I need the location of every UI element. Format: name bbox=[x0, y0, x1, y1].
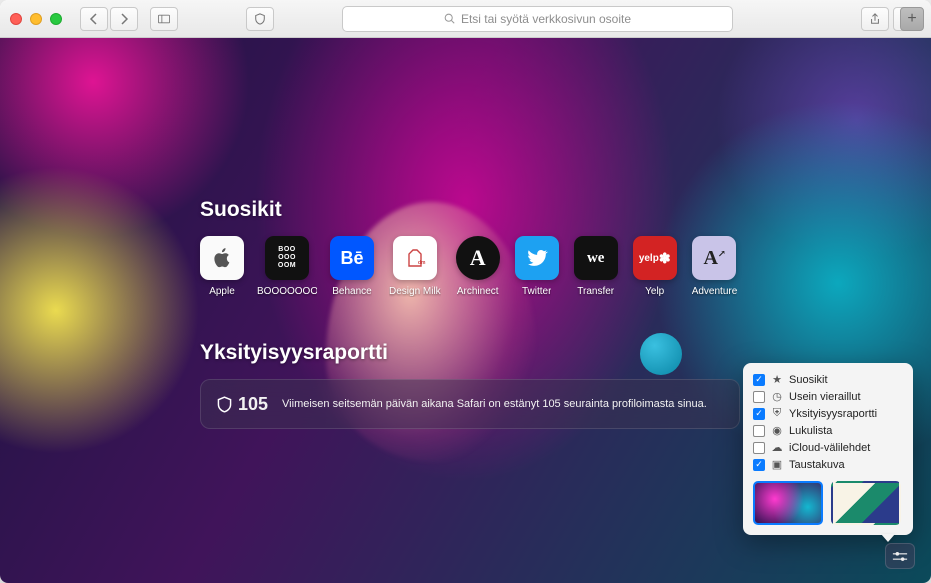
favorite-twitter[interactable]: Twitter bbox=[515, 236, 559, 297]
checkbox-icon[interactable] bbox=[753, 391, 765, 403]
favorite-label: Behance bbox=[332, 286, 371, 297]
favorite-designmilk[interactable]: dm Design Milk bbox=[389, 236, 441, 297]
checkbox-icon[interactable] bbox=[753, 425, 765, 437]
sliders-icon bbox=[892, 551, 908, 562]
option-label: Usein vieraillut bbox=[789, 391, 861, 403]
option-label: Suosikit bbox=[789, 374, 828, 386]
favorite-label: Design Milk bbox=[389, 286, 441, 297]
option-label: Yksityisyysraportti bbox=[789, 408, 877, 420]
twitter-icon bbox=[515, 236, 559, 280]
behance-icon: Bē bbox=[330, 236, 374, 280]
option-label: iCloud-välilehdet bbox=[789, 442, 870, 454]
address-placeholder: Etsi tai syötä verkkosivun osoite bbox=[461, 12, 631, 26]
option-icloud-tabs[interactable]: ☁ iCloud-välilehdet bbox=[753, 439, 903, 456]
favorite-label: BOOOOOOOM bbox=[257, 286, 317, 297]
boooooom-icon: BOOOOOOOM bbox=[265, 236, 309, 280]
favorites-heading: Suosikit bbox=[200, 198, 731, 222]
glasses-icon: ◉ bbox=[771, 424, 783, 437]
favorite-yelp[interactable]: yelp✽ Yelp bbox=[633, 236, 677, 297]
forward-button[interactable] bbox=[110, 7, 138, 31]
favorite-label: Twitter bbox=[522, 286, 551, 297]
checkbox-icon[interactable] bbox=[753, 442, 765, 454]
minimize-window-button[interactable] bbox=[30, 13, 42, 25]
zoom-window-button[interactable] bbox=[50, 13, 62, 25]
titlebar: Etsi tai syötä verkkosivun osoite bbox=[0, 0, 931, 38]
sidebar-toggle-button[interactable] bbox=[150, 7, 178, 31]
favorite-label: Adventure bbox=[692, 286, 738, 297]
favorite-apple[interactable]: Apple bbox=[200, 236, 244, 297]
yelp-icon: yelp✽ bbox=[633, 236, 677, 280]
privacy-report-button[interactable] bbox=[246, 7, 274, 31]
safari-window: Etsi tai syötä verkkosivun osoite + Suos… bbox=[0, 0, 931, 583]
option-reading-list[interactable]: ◉ Lukulista bbox=[753, 422, 903, 439]
option-label: Lukulista bbox=[789, 425, 832, 437]
shield-icon bbox=[217, 396, 232, 413]
close-window-button[interactable] bbox=[10, 13, 22, 25]
favorite-boooooom[interactable]: BOOOOOOOM BOOOOOOOM bbox=[259, 236, 315, 297]
checkbox-icon[interactable]: ✓ bbox=[753, 408, 765, 420]
background-thumbnails bbox=[753, 481, 903, 525]
address-bar[interactable]: Etsi tai syötä verkkosivun osoite bbox=[342, 6, 733, 32]
checkbox-icon[interactable]: ✓ bbox=[753, 459, 765, 471]
cloud-icon: ☁ bbox=[771, 441, 783, 454]
background-thumb-2[interactable] bbox=[831, 481, 901, 525]
option-frequently-visited[interactable]: ◷ Usein vieraillut bbox=[753, 388, 903, 405]
image-icon: ▣ bbox=[771, 458, 783, 471]
shield-icon: ⛨ bbox=[771, 407, 783, 420]
option-privacy-report[interactable]: ✓ ⛨ Yksityisyysraportti bbox=[753, 405, 903, 422]
background-thumb-1[interactable] bbox=[753, 481, 823, 525]
privacy-text: Viimeisen seitsemän päivän aikana Safari… bbox=[282, 398, 707, 410]
adventure-icon: A↗ bbox=[692, 236, 736, 280]
archinect-icon: A bbox=[456, 236, 500, 280]
option-favorites[interactable]: ✓ ★ Suosikit bbox=[753, 371, 903, 388]
search-icon bbox=[444, 13, 455, 24]
star-icon: ★ bbox=[771, 373, 783, 386]
option-label: Taustakuva bbox=[789, 459, 845, 471]
new-tab-button[interactable]: + bbox=[900, 7, 924, 31]
panel-arrow bbox=[881, 534, 895, 542]
customize-start-page-button[interactable] bbox=[885, 543, 915, 569]
favorite-adventure[interactable]: A↗ Adventure bbox=[692, 236, 738, 297]
favorite-label: Yelp bbox=[645, 286, 664, 297]
favorite-archinect[interactable]: A Archinect bbox=[456, 236, 500, 297]
favorite-label: Apple bbox=[209, 286, 235, 297]
traffic-lights bbox=[10, 13, 62, 25]
checkbox-icon[interactable]: ✓ bbox=[753, 374, 765, 386]
favorites-row: Apple BOOOOOOOM BOOOOOOOM Bē Behance dm … bbox=[200, 236, 731, 297]
privacy-count: 105 bbox=[238, 394, 268, 415]
privacy-count-group: 105 bbox=[217, 394, 268, 415]
favorite-label: Transfer bbox=[577, 286, 614, 297]
share-button[interactable] bbox=[861, 7, 889, 31]
nav-buttons bbox=[80, 7, 138, 31]
svg-text:dm: dm bbox=[418, 260, 426, 266]
favorite-behance[interactable]: Bē Behance bbox=[330, 236, 374, 297]
favorite-wetransfer[interactable]: we Transfer bbox=[574, 236, 618, 297]
customize-panel: ✓ ★ Suosikit ◷ Usein vieraillut ✓ ⛨ Yksi… bbox=[743, 363, 913, 535]
back-button[interactable] bbox=[80, 7, 108, 31]
favorite-label: Archinect bbox=[457, 286, 499, 297]
clock-icon: ◷ bbox=[771, 390, 783, 403]
apple-icon bbox=[200, 236, 244, 280]
privacy-heading: Yksityisyysraportti bbox=[200, 341, 731, 365]
designmilk-icon: dm bbox=[393, 236, 437, 280]
option-background[interactable]: ✓ ▣ Taustakuva bbox=[753, 456, 903, 473]
wetransfer-icon: we bbox=[574, 236, 618, 280]
viewport: Suosikit Apple BOOOOOOOM BOOOOOOOM Bē Be… bbox=[0, 38, 931, 583]
privacy-report-card[interactable]: 105 Viimeisen seitsemän päivän aikana Sa… bbox=[200, 379, 740, 429]
